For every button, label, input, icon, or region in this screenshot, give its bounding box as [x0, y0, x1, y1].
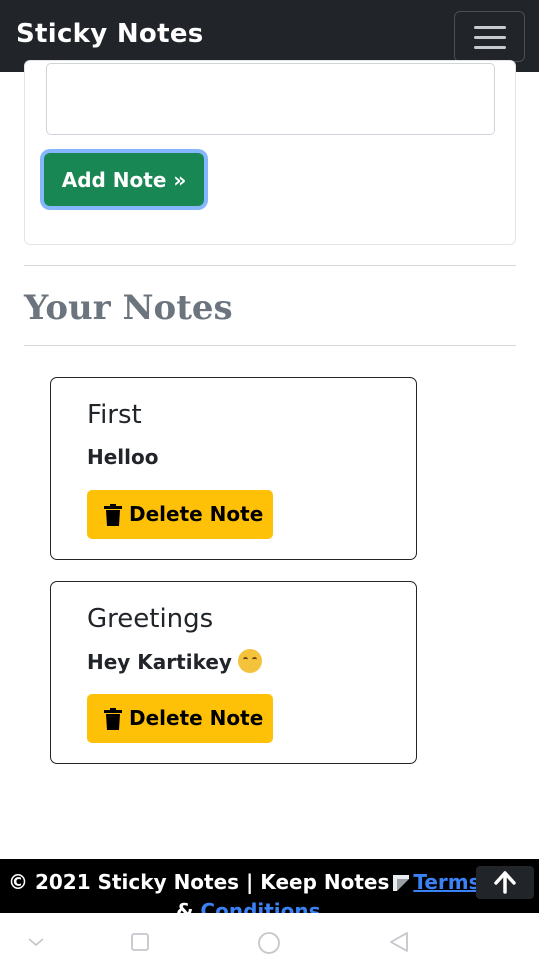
note-icon	[393, 875, 410, 891]
arrow-up-icon	[494, 871, 516, 894]
triangle-back-icon[interactable]	[388, 931, 410, 953]
delete-note-button[interactable]: Delete Note	[87, 490, 273, 539]
system-navigation-bar	[0, 913, 539, 973]
delete-note-label: Delete Note	[129, 706, 264, 730]
divider	[24, 345, 516, 346]
footer-text-line-2: & Conditions	[176, 899, 321, 913]
note-text: Helloo	[87, 445, 159, 469]
terms-link[interactable]: Terms	[413, 870, 480, 894]
navbar-toggler-button[interactable]	[454, 11, 525, 62]
hugging-face-icon	[237, 649, 262, 673]
square-icon[interactable]	[130, 931, 150, 953]
note-text: Hey Kartikey	[87, 650, 232, 674]
footer-text-line: © 2021 Sticky Notes | Keep Notes Terms	[8, 870, 481, 894]
trash-icon	[104, 708, 122, 730]
note-title: Greetings	[87, 604, 214, 634]
footer: © 2021 Sticky Notes | Keep Notes Terms & …	[0, 859, 539, 913]
back-to-top-button[interactable]	[476, 866, 534, 899]
add-note-form: Add Note »	[24, 60, 516, 245]
delete-note-label: Delete Note	[129, 502, 264, 526]
delete-note-button[interactable]: Delete Note	[87, 694, 273, 743]
footer-copyright: © 2021 Sticky Notes | Keep Notes	[8, 870, 390, 894]
note-description-textarea[interactable]	[46, 63, 495, 135]
note-title: First	[87, 400, 142, 430]
trash-icon	[104, 504, 122, 526]
add-note-button[interactable]: Add Note »	[44, 153, 204, 206]
footer-ampersand: &	[176, 899, 194, 913]
note-card: First Helloo Delete Note	[50, 377, 417, 560]
chevron-down-icon[interactable]	[26, 931, 46, 953]
note-card: Greetings Hey Kartikey Delete Note	[50, 581, 417, 764]
divider	[24, 265, 516, 266]
brand-title[interactable]: Sticky Notes	[16, 19, 204, 49]
your-notes-heading: Your Notes	[24, 288, 233, 328]
conditions-link[interactable]: Conditions	[200, 899, 320, 913]
note-text-container: Hey Kartikey	[87, 649, 262, 674]
circle-icon[interactable]	[257, 931, 281, 955]
